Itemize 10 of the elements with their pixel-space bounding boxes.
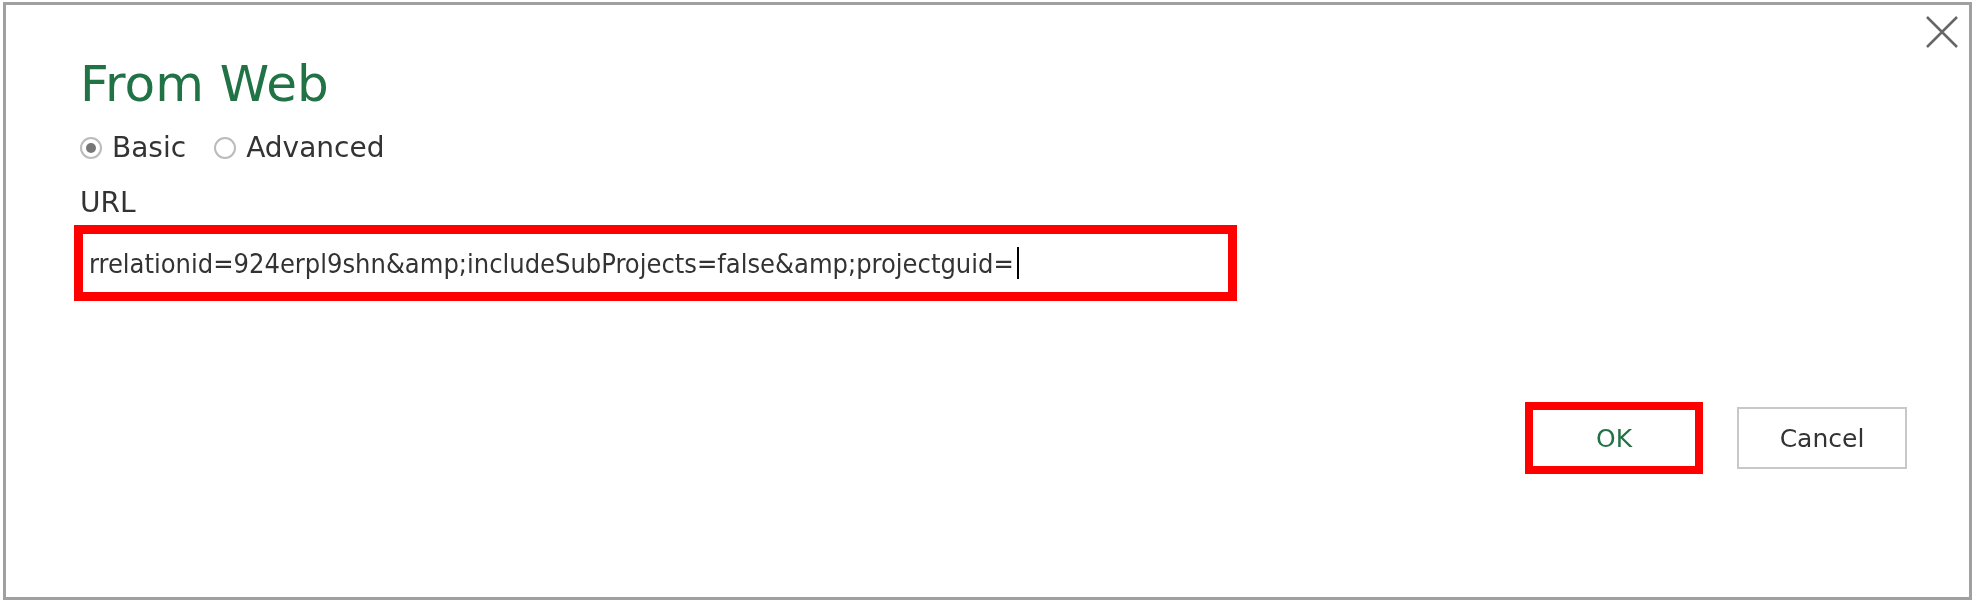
url-field[interactable]: rrelationid=924erpl9shn&amp;includeSubProjects=false&amp;projectguid= (74, 225, 1237, 301)
url-label: URL (80, 186, 137, 219)
dialog-title: From Web (80, 54, 330, 115)
radio-label[interactable]: Basic (112, 131, 187, 164)
close-icon[interactable] (1925, 15, 1959, 49)
radio-button[interactable] (214, 136, 237, 159)
radio-button[interactable] (80, 136, 102, 159)
radio-label[interactable]: Advanced (246, 131, 385, 164)
ok-button[interactable]: OK (1525, 402, 1703, 474)
cancel-button[interactable]: Cancel (1737, 407, 1907, 469)
